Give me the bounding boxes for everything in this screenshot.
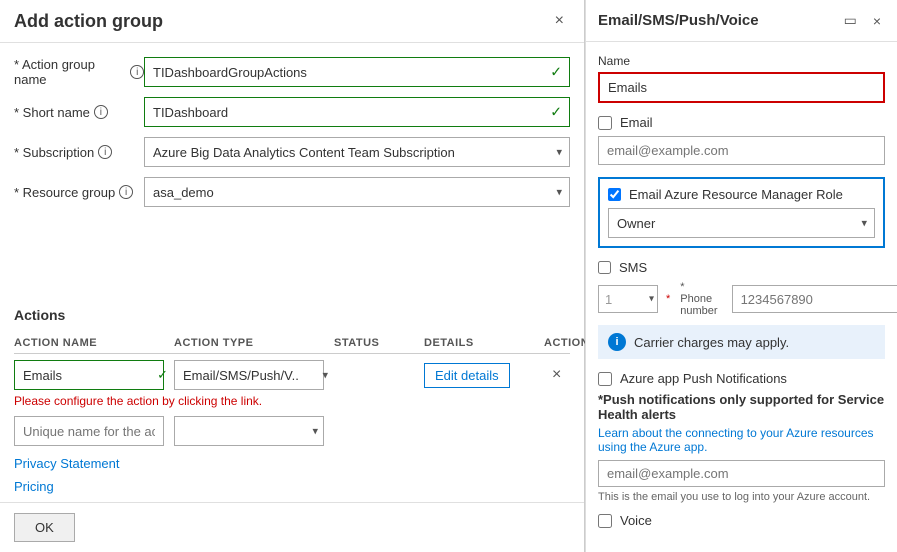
carrier-note-text: Carrier charges may apply. (634, 335, 789, 350)
bottom-bar: OK (0, 502, 584, 552)
col-status: STATUS (334, 337, 424, 349)
panel-header: Add action group × (0, 0, 584, 43)
action-name-input-wrapper: ✓ (14, 360, 174, 390)
country-code-select-wrapper: 1 ▾ (598, 285, 658, 313)
links-section: Privacy Statement Pricing (0, 446, 584, 502)
action-type-select-wrapper: Email/SMS/Push/V... ▾ (174, 360, 334, 390)
right-panel-header: Email/SMS/Push/Voice ▭ × (586, 0, 897, 42)
role-select-wrapper: Owner Contributor Reader ▾ (608, 208, 875, 238)
col-action-type: ACTION TYPE (174, 337, 334, 349)
phone-row: 1 ▾ * * Phone number (598, 281, 885, 317)
role-select[interactable]: Owner Contributor Reader (608, 208, 875, 238)
right-body: Name Email Email Azure Resource Manager … (586, 42, 897, 552)
col-action-name: ACTION NAME (14, 337, 174, 349)
action-group-name-row: * Action group name i ✓ (14, 57, 570, 87)
push-checkbox[interactable] (598, 372, 612, 386)
subscription-select[interactable]: Azure Big Data Analytics Content Team Su… (144, 137, 570, 167)
sms-label: SMS (619, 260, 647, 275)
push-bold-label: *Push notifications only supported for S… (598, 392, 885, 422)
add-action-name-input[interactable] (14, 416, 164, 446)
pricing-link[interactable]: Pricing (14, 479, 570, 494)
action-group-name-input[interactable] (144, 57, 570, 87)
resource-group-select-wrapper: asa_demo ▾ (144, 177, 570, 207)
short-name-input[interactable] (144, 97, 570, 127)
voice-label: Voice (620, 513, 652, 528)
name-field-label: Name (598, 54, 885, 68)
country-code-select[interactable]: 1 (598, 285, 658, 313)
subscription-label: * Subscription i (14, 145, 144, 160)
action-group-name-info-icon[interactable]: i (130, 65, 144, 79)
resource-group-label: * Resource group i (14, 185, 144, 200)
voice-checkbox[interactable] (598, 514, 612, 528)
email-checkbox-row: Email (598, 115, 885, 130)
push-checkbox-row: Azure app Push Notifications (598, 371, 885, 386)
right-panel-title: Email/SMS/Push/Voice (598, 12, 759, 29)
phone-input[interactable] (732, 285, 897, 313)
close-button[interactable]: × (549, 10, 570, 32)
close-right-panel-button[interactable]: × (869, 11, 885, 31)
subscription-row: * Subscription i Azure Big Data Analytic… (14, 137, 570, 167)
short-name-row: * Short name i ✓ (14, 97, 570, 127)
voice-checkbox-row: Voice (598, 513, 885, 528)
ok-button[interactable]: OK (14, 513, 75, 542)
email-azure-label: Email Azure Resource Manager Role (629, 187, 843, 202)
sms-checkbox[interactable] (598, 261, 611, 274)
email-azure-section: Email Azure Resource Manager Role Owner … (598, 177, 885, 248)
email-azure-checkbox[interactable] (608, 188, 621, 201)
error-message: Please configure the action by clicking … (14, 394, 570, 408)
restore-button[interactable]: ▭ (840, 10, 861, 31)
action-name-valid-icon: ✓ (157, 367, 168, 383)
subscription-info-icon[interactable]: i (98, 145, 112, 159)
name-input[interactable] (600, 74, 883, 101)
right-panel-icons: ▭ × (840, 10, 885, 31)
resource-group-row: * Resource group i asa_demo ▾ (14, 177, 570, 207)
push-email-input[interactable] (598, 460, 885, 487)
right-panel: Email/SMS/Push/Voice ▭ × Name Email Emai… (585, 0, 897, 552)
phone-required-star: * (666, 293, 670, 305)
actions-title: Actions (14, 307, 570, 323)
carrier-note: i Carrier charges may apply. (598, 325, 885, 359)
add-action-row: ▾ (14, 416, 570, 446)
push-section: Azure app Push Notifications *Push notif… (598, 371, 885, 503)
short-name-input-wrapper: ✓ (144, 97, 570, 127)
subscription-select-wrapper: Azure Big Data Analytics Content Team Su… (144, 137, 570, 167)
resource-group-info-icon[interactable]: i (119, 185, 133, 199)
sms-checkbox-row: SMS (598, 260, 885, 275)
email-input[interactable] (598, 136, 885, 165)
actions-table-header: ACTION NAME ACTION TYPE STATUS DETAILS A… (14, 333, 570, 354)
sms-section: SMS 1 ▾ * * Phone number (598, 260, 885, 317)
delete-action-button[interactable]: × (544, 362, 569, 388)
short-name-label: * Short name i (14, 105, 144, 120)
privacy-statement-link[interactable]: Privacy Statement (14, 456, 570, 471)
push-checkbox-label: Azure app Push Notifications (620, 371, 787, 386)
left-panel: Add action group × * Action group name i… (0, 0, 585, 552)
form-body: * Action group name i ✓ * Short name i ✓… (0, 43, 584, 307)
actions-section: Actions ACTION NAME ACTION TYPE STATUS D… (0, 307, 584, 446)
carrier-info-icon: i (608, 333, 626, 351)
push-hint: This is the email you use to log into yo… (598, 491, 885, 503)
action-group-name-input-wrapper: ✓ (144, 57, 570, 87)
col-details: DETAILS (424, 337, 544, 349)
name-input-wrapper (598, 72, 885, 103)
edit-details-button[interactable]: Edit details (424, 363, 510, 388)
email-azure-checkbox-row: Email Azure Resource Manager Role (608, 187, 875, 202)
email-checkbox-label: Email (620, 115, 653, 130)
add-action-type-select[interactable] (174, 416, 324, 446)
action-name-input[interactable] (14, 360, 164, 390)
push-learn-more-link[interactable]: Learn about the connecting to your Azure… (598, 426, 885, 454)
action-group-name-label: * Action group name i (14, 57, 144, 87)
valid-check-icon: ✓ (550, 64, 562, 81)
table-row: ✓ Email/SMS/Push/V... ▾ Edit details × (14, 360, 570, 390)
action-type-select[interactable]: Email/SMS/Push/V... (174, 360, 324, 390)
short-name-info-icon[interactable]: i (94, 105, 108, 119)
email-checkbox[interactable] (598, 116, 612, 130)
page-title: Add action group (14, 11, 163, 32)
add-action-type-wrapper: ▾ (174, 416, 324, 446)
phone-number-label: * Phone number (680, 281, 717, 317)
action-details-cell: Edit details (424, 363, 544, 388)
short-name-valid-icon: ✓ (550, 104, 562, 121)
resource-group-select[interactable]: asa_demo (144, 177, 570, 207)
